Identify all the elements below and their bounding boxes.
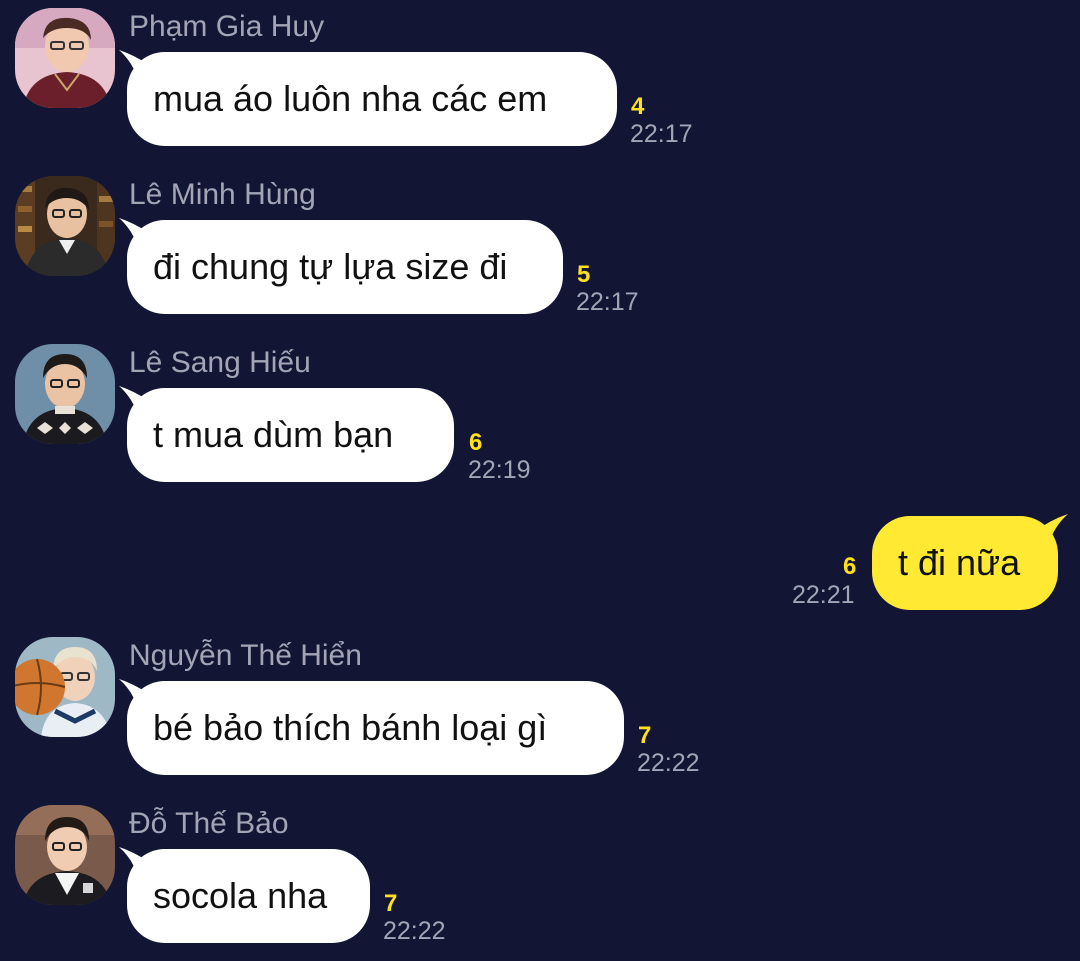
chat-message-list[interactable]: Phạm Gia Huy mua áo luôn nha các em 4 22… <box>0 0 1080 961</box>
message-time: 22:22 <box>637 749 700 777</box>
avatar-photo-icon <box>15 344 115 444</box>
unread-count: 7 <box>384 890 398 917</box>
message-text: t mua dùm bạn <box>153 414 394 455</box>
message-bubble[interactable]: bé bảo thích bánh loại gì <box>119 679 624 775</box>
unread-count: 6 <box>469 429 483 456</box>
message-bubble[interactable]: socola nha <box>119 847 370 943</box>
sender-name: Nguyễn Thế Hiển <box>129 639 362 672</box>
sender-name: Phạm Gia Huy <box>129 10 325 43</box>
unread-count: 6 <box>843 553 857 580</box>
bubble-tail-icon <box>1034 514 1068 546</box>
message-text: t đi nữa <box>898 542 1021 583</box>
message-bubble[interactable]: đi chung tự lựa size đi <box>119 218 563 314</box>
avatar[interactable] <box>15 805 115 905</box>
message-time: 22:19 <box>468 456 531 484</box>
avatar[interactable] <box>15 8 115 108</box>
message-text: bé bảo thích bánh loại gì <box>153 707 548 748</box>
message-text: mua áo luôn nha các em <box>153 78 548 119</box>
sender-name: Lê Minh Hùng <box>129 178 316 211</box>
sender-name: Lê Sang Hiếu <box>129 346 311 379</box>
message-bubble[interactable]: t mua dùm bạn <box>119 386 454 482</box>
sender-name: Đỗ Thế Bảo <box>129 807 289 840</box>
outgoing-message-bubble[interactable]: t đi nữa <box>872 514 1068 610</box>
message-time: 22:22 <box>383 917 446 945</box>
avatar[interactable] <box>15 637 115 737</box>
avatar[interactable] <box>15 344 115 444</box>
message-time: 22:17 <box>576 288 639 316</box>
unread-count: 4 <box>631 93 645 120</box>
message-bubble[interactable]: mua áo luôn nha các em <box>119 50 617 146</box>
unread-count: 5 <box>577 261 591 288</box>
message-text: đi chung tự lựa size đi <box>153 246 508 287</box>
avatar-photo-icon <box>15 637 115 737</box>
message-text: socola nha <box>153 875 328 916</box>
avatar-photo-icon <box>15 805 115 905</box>
avatar-photo-icon <box>15 8 115 108</box>
message-time: 22:21 <box>792 581 855 609</box>
unread-count: 7 <box>638 722 652 749</box>
avatar-photo-icon <box>15 176 115 276</box>
avatar[interactable] <box>15 176 115 276</box>
message-time: 22:17 <box>630 120 693 148</box>
